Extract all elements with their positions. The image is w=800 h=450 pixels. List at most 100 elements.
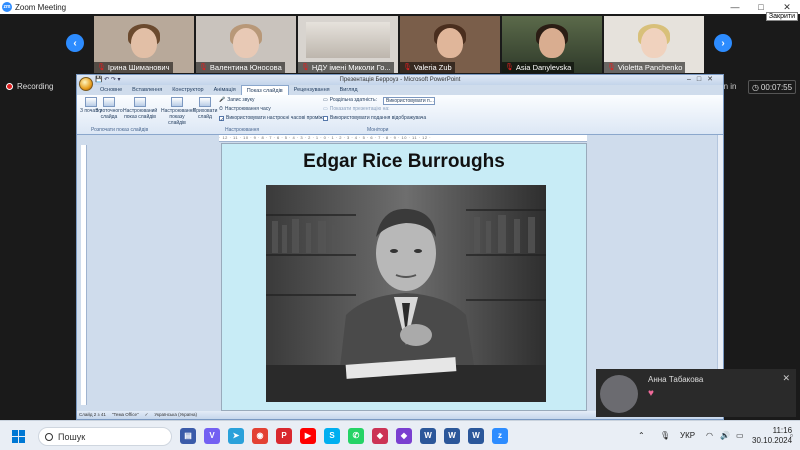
- close-icon[interactable]: ✕: [782, 373, 790, 384]
- mic-muted-icon: 🎙: [607, 64, 616, 71]
- participant-name: НДУ імені Миколи Го...: [311, 63, 391, 72]
- ppt-window-controls[interactable]: –□✕: [687, 75, 719, 85]
- battery-icon[interactable]: ▭: [736, 421, 744, 450]
- window-title: Zoom Meeting: [15, 2, 67, 12]
- participant-tile[interactable]: 🎙 Валентина Юносова: [196, 16, 296, 73]
- app2-icon[interactable]: ◆: [396, 428, 412, 444]
- language-status[interactable]: Українська (Україна): [154, 411, 197, 419]
- slide-portrait-image: [266, 185, 546, 402]
- participant-name: Ірина Шиманович: [107, 63, 170, 72]
- recording-indicator[interactable]: Recording: [6, 82, 53, 91]
- participant-tile[interactable]: 🎙 Violetta Panchenko: [604, 16, 704, 73]
- tab-review[interactable]: Рецензування: [289, 85, 335, 95]
- microphone-icon[interactable]: 🎙: [660, 421, 670, 450]
- resolution-select[interactable]: Використовувати п...: [383, 97, 435, 105]
- participant-tile[interactable]: 🎙 НДУ імені Миколи Го...: [298, 16, 398, 73]
- tab-insert[interactable]: Вставлення: [127, 85, 167, 95]
- app-icon[interactable]: ◆: [372, 428, 388, 444]
- participant-name: Valeria Zub: [413, 63, 452, 72]
- vertical-ruler: [81, 145, 87, 405]
- search-icon: [45, 432, 53, 441]
- taskbar-search[interactable]: Пошук: [38, 427, 172, 446]
- minimize-icon[interactable]: —: [722, 0, 748, 14]
- viber-icon[interactable]: V: [204, 428, 220, 444]
- participant-name: Валентина Юносова: [209, 63, 282, 72]
- office-button[interactable]: [79, 77, 93, 91]
- setup-show-button[interactable]: Настроювання показу слайдів: [161, 97, 195, 126]
- hide-slide-button[interactable]: Приховати слайд: [191, 97, 219, 120]
- ribbon-tabs: Основне Вставлення Конструктор Анімація …: [77, 85, 723, 95]
- record-narration-button[interactable]: 🎤 Запис звуку: [219, 97, 255, 103]
- telegram-icon[interactable]: ➤: [228, 428, 244, 444]
- word3-icon[interactable]: W: [468, 428, 484, 444]
- avatar: [600, 375, 638, 413]
- zoom-title-bar: zm Zoom Meeting — □ ✕: [0, 0, 800, 14]
- windows-start-button[interactable]: [12, 430, 25, 443]
- pdf-icon[interactable]: P: [276, 428, 292, 444]
- notifications-icon[interactable]: ▫: [790, 421, 793, 450]
- recording-label: Recording: [17, 82, 54, 91]
- zoom-icon[interactable]: z: [492, 428, 508, 444]
- files-icon[interactable]: ▤: [180, 428, 196, 444]
- ppt-title-bar: 💾 ↶ ↷ ▾ Презентація Берроуз - Microsoft …: [77, 75, 723, 85]
- word2-icon[interactable]: W: [444, 428, 460, 444]
- participant-name: Анна Табакова: [648, 375, 704, 384]
- resolution-label: ▭ Роздільна здатність:: [323, 97, 377, 103]
- word-icon[interactable]: W: [420, 428, 436, 444]
- youtube-icon[interactable]: ▶: [300, 428, 316, 444]
- mic-muted-icon: 🎙: [301, 64, 310, 71]
- participant-tile[interactable]: 🎙 Ірина Шиманович: [94, 16, 194, 73]
- meeting-timer: ◷ 00:07:55: [748, 80, 796, 94]
- search-label: Пошук: [58, 431, 86, 442]
- mic-muted-icon: 🎙: [199, 64, 208, 71]
- tab-slideshow[interactable]: Показ слайдів: [240, 85, 289, 95]
- presenter-view-checkbox[interactable]: Використовувати подання відображувача: [323, 115, 426, 121]
- volume-icon[interactable]: 🔊: [720, 421, 730, 450]
- participants-strip: ‹ 🎙 Ірина Шиманович 🎙 Валентина Юносова 🎙 Н…: [0, 14, 800, 74]
- mic-muted-icon: 🎙: [97, 64, 106, 71]
- prev-page-button[interactable]: ‹: [66, 34, 84, 52]
- close-tooltip: Закрити: [765, 12, 798, 21]
- slide-canvas[interactable]: Edgar Rice Burroughs: [221, 143, 587, 411]
- from-current-button[interactable]: З поточного слайда: [95, 97, 123, 120]
- skype-icon[interactable]: S: [324, 428, 340, 444]
- tab-home[interactable]: Основне: [95, 85, 127, 95]
- participant-tile-anna[interactable]: Анна Табакова ♥ ✕: [596, 369, 796, 417]
- timer-value: 00:07:55: [760, 82, 793, 92]
- portrait-drawing: [266, 185, 546, 402]
- group-start-label: Розпочати показ слайдів: [91, 127, 149, 133]
- chrome-icon[interactable]: ◉: [252, 428, 268, 444]
- theme-name: "Тема Office": [111, 412, 139, 417]
- keyboard-language[interactable]: УКР: [680, 421, 695, 450]
- checkbox-checked-icon: ✓: [219, 115, 225, 123]
- rehearse-timings-button[interactable]: ⏱ Настроювання часу: [219, 106, 271, 112]
- spell-check-icon[interactable]: ✓: [145, 411, 149, 419]
- wifi-icon[interactable]: ◠: [706, 421, 713, 450]
- custom-show-icon: [134, 97, 146, 107]
- quick-access-toolbar[interactable]: 💾 ↶ ↷ ▾: [95, 75, 121, 85]
- heart-reaction-icon: ♥: [648, 388, 654, 399]
- group-setup-label: Настроювання: [225, 127, 260, 133]
- participant-tile[interactable]: 🎙 Asia Danylevska: [502, 16, 602, 73]
- windows-taskbar: Пошук ▤ V ➤ ◉ P ▶ S ✆ ◆ ◆ W W Wz ⌃ 🎙 УКР ◠ 🔊 ▭ 11:16…: [0, 420, 800, 450]
- use-timings-checkbox[interactable]: ✓ Використовувати настроєні часові проміж…: [219, 115, 328, 123]
- tab-view[interactable]: Вигляд: [335, 85, 363, 95]
- whatsapp-icon[interactable]: ✆: [348, 428, 364, 444]
- tab-animation[interactable]: Анімація: [209, 85, 241, 95]
- participant-tile[interactable]: 🎙 Valeria Zub: [400, 16, 500, 73]
- participant-name: Asia Danylevska: [515, 63, 572, 72]
- next-page-button[interactable]: ›: [714, 34, 732, 52]
- zoom-screen: zm Zoom Meeting — □ ✕ Закрити ‹ 🎙 Ірина Ш…: [0, 0, 800, 450]
- checkbox-icon: [323, 115, 328, 121]
- show-on-label: ▭ Показати презентацію на:: [323, 106, 390, 112]
- custom-show-button[interactable]: Настроюваний показ слайдів: [123, 97, 157, 120]
- clock-icon: ◷: [751, 82, 759, 92]
- microphone-icon: 🎤: [219, 97, 226, 103]
- chevron-right-icon: ›: [721, 37, 725, 49]
- tab-design[interactable]: Конструктор: [167, 85, 208, 95]
- taskbar-clock[interactable]: 11:16 30.10.2024: [752, 426, 792, 446]
- horizontal-ruler: · 12 · 11 · 10 · 9 · 8 · 7 · 6 · 5 · 4 ·…: [219, 135, 587, 142]
- chevron-up-icon[interactable]: ⌃: [638, 421, 645, 450]
- participant-name: Violetta Panchenko: [617, 63, 683, 72]
- slide-counter: Слайд 2 з 41: [79, 412, 106, 417]
